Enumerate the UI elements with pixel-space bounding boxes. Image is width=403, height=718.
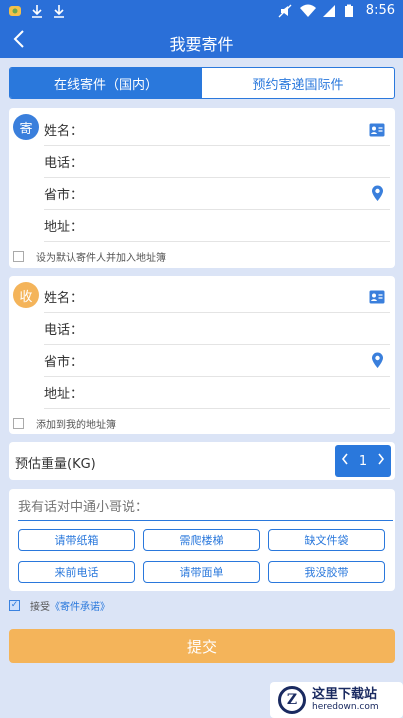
receiver-city-input[interactable] (83, 347, 367, 374)
courier-message-input[interactable] (18, 496, 393, 519)
courier-message-field[interactable] (18, 495, 393, 521)
submit-button[interactable]: 提交 (9, 629, 395, 663)
receiver-save-checkbox-label: 添加到我的地址簿 (36, 419, 116, 431)
sender-phone-label: 电话： (44, 156, 84, 171)
location-pin-icon[interactable] (367, 184, 387, 204)
watermark-logo: Z 这里下载站 heredown.com (270, 682, 403, 718)
sender-default-checkbox-row[interactable]: 设为默认寄件人并加入地址簿 (13, 246, 166, 266)
receiver-address-input[interactable] (83, 379, 390, 406)
page-title: 我要寄件 (169, 35, 234, 54)
sender-badge: 寄 (13, 114, 39, 140)
download-icon (52, 4, 66, 18)
chip-bring-waybill[interactable]: 请带面单 (143, 561, 260, 583)
receiver-address-field[interactable]: 地址： (44, 377, 390, 409)
agreement-prefix: 接受 (30, 601, 50, 613)
sender-city-field[interactable]: 省市： (44, 178, 390, 210)
agreement-link[interactable]: 《寄件承诺》 (50, 598, 110, 613)
app-notification-icon (8, 4, 22, 18)
title-bar: 我要寄件 (0, 24, 403, 58)
weight-label: 预估重量(KG) (15, 457, 96, 472)
receiver-phone-label: 电话： (44, 323, 84, 338)
battery-icon (344, 4, 358, 18)
chip-need-envelope[interactable]: 缺文件袋 (268, 529, 385, 551)
watermark-subtitle: heredown.com (312, 702, 379, 712)
receiver-name-label: 姓名： (44, 291, 84, 306)
sender-city-input[interactable] (83, 180, 367, 207)
tab-domestic[interactable]: 在线寄件（国内） (10, 68, 202, 98)
watermark-title: 这里下载站 (312, 687, 378, 702)
receiver-name-field[interactable]: 姓名： (44, 281, 390, 313)
sender-default-checkbox-label: 设为默认寄件人并加入地址簿 (36, 252, 166, 264)
receiver-phone-input[interactable] (83, 315, 390, 342)
wifi-icon (299, 4, 316, 18)
chip-stairs[interactable]: 需爬楼梯 (143, 529, 260, 551)
sender-name-input[interactable] (83, 116, 367, 143)
decrement-button[interactable] (341, 453, 349, 469)
receiver-phone-field[interactable]: 电话： (44, 313, 390, 345)
receiver-city-label: 省市： (44, 355, 84, 370)
chip-no-tape[interactable]: 我没胶带 (268, 561, 385, 583)
location-pin-icon[interactable] (367, 351, 387, 371)
weight-value: 1 (358, 453, 368, 469)
receiver-badge: 收 (13, 282, 39, 308)
watermark-z-icon: Z (278, 686, 306, 714)
receiver-save-checkbox[interactable] (13, 417, 24, 429)
weight-stepper[interactable]: 1 (335, 445, 391, 477)
chip-call-before[interactable]: 来前电话 (18, 561, 135, 583)
sender-card: 寄 姓名： 电话： 省市： 地址： 设为默认寄件人并加入地址簿 (9, 108, 395, 268)
mute-icon (278, 4, 292, 18)
sender-default-checkbox[interactable] (13, 250, 24, 262)
receiver-card: 收 姓名： 电话： 省市： 地址： 添加到我的地址簿 (9, 276, 395, 434)
signal-icon (322, 4, 336, 18)
sender-name-label: 姓名： (44, 124, 84, 139)
agreement-row: ✓ 接受 《寄件承诺》 (9, 597, 110, 613)
sender-name-field[interactable]: 姓名： (44, 114, 390, 146)
agreement-checkbox[interactable]: ✓ (9, 599, 20, 611)
tab-international[interactable]: 预约寄递国际件 (202, 68, 394, 98)
courier-message-card: 请带纸箱 需爬楼梯 缺文件袋 来前电话 请带面单 我没胶带 (9, 489, 395, 591)
status-time: 8:56 (365, 3, 395, 18)
receiver-address-label: 地址： (44, 387, 84, 402)
receiver-save-checkbox-row[interactable]: 添加到我的地址簿 (13, 413, 116, 433)
sender-city-label: 省市： (44, 188, 84, 203)
contact-card-icon[interactable] (367, 287, 387, 307)
receiver-name-input[interactable] (83, 283, 367, 310)
sender-address-field[interactable]: 地址： (44, 210, 390, 242)
sender-address-label: 地址： (44, 220, 84, 235)
sender-address-input[interactable] (83, 212, 390, 239)
chip-bring-box[interactable]: 请带纸箱 (18, 529, 135, 551)
tab-bar: 在线寄件（国内） 预约寄递国际件 (9, 67, 395, 99)
contact-card-icon[interactable] (367, 120, 387, 140)
increment-button[interactable] (377, 453, 385, 469)
receiver-city-field[interactable]: 省市： (44, 345, 390, 377)
status-bar: 8:56 (0, 0, 403, 24)
sender-phone-field[interactable]: 电话： (44, 146, 390, 178)
sender-phone-input[interactable] (83, 148, 390, 175)
weight-row: 预估重量(KG) 1 (9, 442, 395, 480)
download-icon (30, 4, 44, 18)
